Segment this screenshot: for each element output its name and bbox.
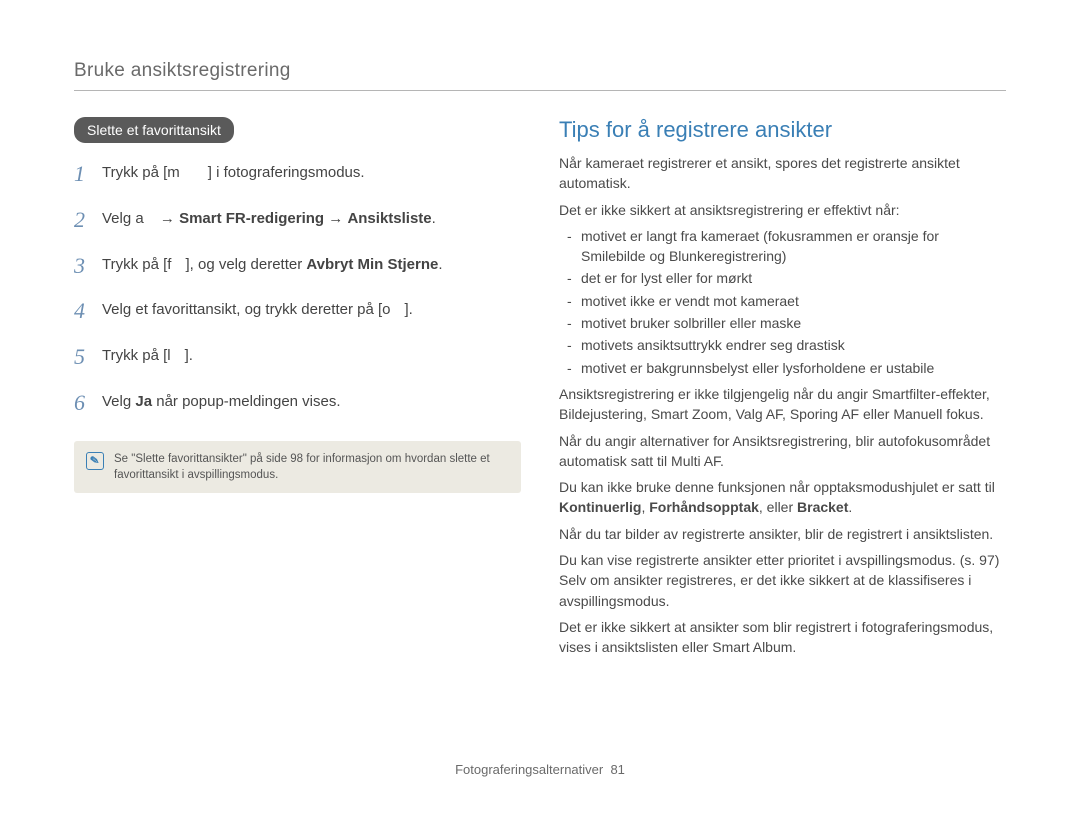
tips-paragraph: Det er ikke sikkert at ansiktsregistreri…: [559, 200, 1006, 220]
step-number: 2: [74, 205, 102, 236]
step-4: 4 Velg et favorittansikt, og trykk deret…: [74, 296, 521, 327]
step-text: Velg et favorittansikt, og trykk derette…: [102, 296, 413, 320]
right-column: Tips for å registrere ansikter Når kamer…: [559, 117, 1006, 664]
tips-body: Når kameraet registrerer et ansikt, spor…: [559, 153, 1006, 658]
step-3: 3 Trykk på [f], og velg deretter Avbryt …: [74, 251, 521, 282]
step-text: Trykk på [f], og velg deretter Avbryt Mi…: [102, 251, 443, 275]
step-2: 2 Velg a → Smart FR-redigering → Ansikts…: [74, 205, 521, 236]
step-6: 6 Velg Ja når popup-meldingen vises.: [74, 388, 521, 419]
list-item: det er for lyst eller for mørkt: [567, 268, 1006, 288]
step-5: 5 Trykk på [l].: [74, 342, 521, 373]
note-icon: ✎: [86, 452, 104, 470]
tips-paragraph: Når du angir alternativer for Ansiktsreg…: [559, 431, 1006, 472]
step-number: 5: [74, 342, 102, 373]
list-item: motivet er langt fra kameraet (fokusramm…: [567, 226, 1006, 267]
footer-section: Fotograferingsalternativer: [455, 762, 603, 777]
step-number: 4: [74, 296, 102, 327]
tips-paragraph: Når du tar bilder av registrerte ansikte…: [559, 524, 1006, 544]
list-item: motivet ikke er vendt mot kameraet: [567, 291, 1006, 311]
page-number: 81: [610, 762, 624, 777]
tips-paragraph: Du kan vise registrerte ansikter etter p…: [559, 550, 1006, 611]
subsection-pill: Slette et favorittansikt: [74, 117, 234, 143]
tips-paragraph: Når kameraet registrerer et ansikt, spor…: [559, 153, 1006, 194]
tips-paragraph: Du kan ikke bruke denne funksjonen når o…: [559, 477, 1006, 518]
header-divider: [74, 90, 1006, 91]
content-columns: Slette et favorittansikt 1 Trykk på [m] …: [74, 117, 1006, 664]
note-callout: ✎ Se "Slette favorittansikter" på side 9…: [74, 441, 521, 493]
step-number: 3: [74, 251, 102, 282]
left-column: Slette et favorittansikt 1 Trykk på [m] …: [74, 117, 521, 664]
section-header: Bruke ansiktsregistrering: [74, 60, 1006, 82]
step-text: Velg Ja når popup-meldingen vises.: [102, 388, 341, 412]
step-text: Velg a → Smart FR-redigering → Ansiktsli…: [102, 205, 436, 229]
step-text: Trykk på [m] i fotograferingsmodus.: [102, 159, 365, 183]
step-text: Trykk på [l].: [102, 342, 193, 366]
step-number: 1: [74, 159, 102, 190]
step-1: 1 Trykk på [m] i fotograferingsmodus.: [74, 159, 521, 190]
list-item: motivets ansiktsuttrykk endrer seg drast…: [567, 335, 1006, 355]
pencil-icon: ✎: [90, 454, 101, 468]
tips-heading: Tips for å registrere ansikter: [559, 117, 1006, 143]
step-number: 6: [74, 388, 102, 419]
tips-paragraph: Det er ikke sikkert at ansikter som blir…: [559, 617, 1006, 658]
page-footer: Fotograferingsalternativer 81: [0, 762, 1080, 777]
step-list: 1 Trykk på [m] i fotograferingsmodus. 2 …: [74, 159, 521, 419]
list-item: motivet er bakgrunnsbelyst eller lysforh…: [567, 358, 1006, 378]
note-text: Se "Slette favorittansikter" på side 98 …: [114, 451, 507, 483]
list-item: motivet bruker solbriller eller maske: [567, 313, 1006, 333]
tips-bullets: motivet er langt fra kameraet (fokusramm…: [567, 226, 1006, 378]
tips-paragraph: Ansiktsregistrering er ikke tilgjengelig…: [559, 384, 1006, 425]
